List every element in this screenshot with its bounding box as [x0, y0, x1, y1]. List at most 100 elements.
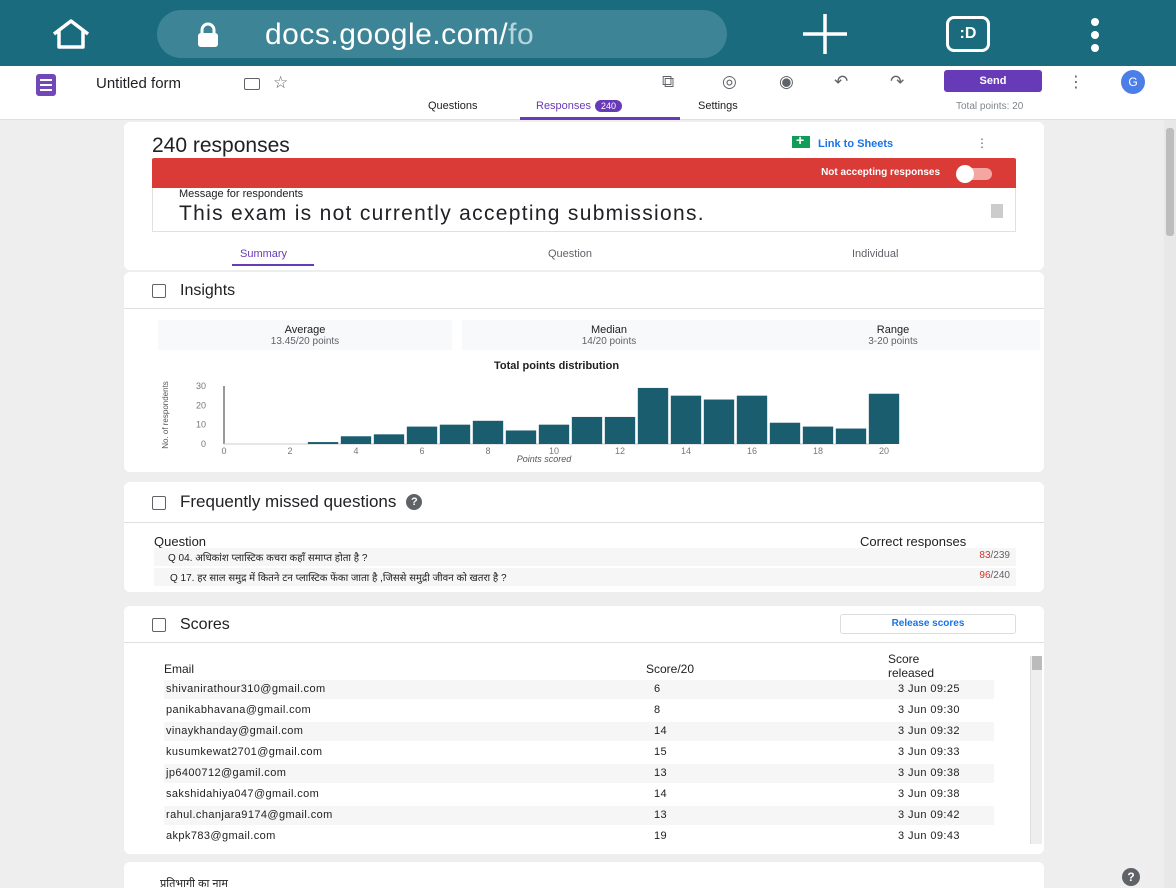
- alert-icon: [152, 496, 166, 510]
- divider: [124, 522, 1044, 523]
- table-row[interactable]: akpk783@gmail.com 19 3 Jun 09:43: [164, 827, 994, 846]
- subtab-indicator: [232, 264, 314, 266]
- tab-questions[interactable]: Questions: [428, 100, 478, 112]
- responses-title: 240 responses: [152, 134, 290, 157]
- released-cell: 3 Jun 09:25: [898, 683, 960, 695]
- home-icon[interactable]: [50, 18, 92, 50]
- accepting-responses-bar: Not accepting responses: [152, 158, 1016, 188]
- send-button[interactable]: Send: [944, 70, 1042, 92]
- col-email[interactable]: Email: [164, 662, 194, 676]
- table-row[interactable]: sakshidahiya047@gmail.com 14 3 Jun 09:38: [164, 785, 994, 804]
- page-scrollbar[interactable]: [1164, 120, 1176, 888]
- missed-row[interactable]: Q 17. हर साल समुद्र में कितने टन प्लास्ट…: [154, 568, 1016, 586]
- folder-icon[interactable]: [244, 78, 260, 90]
- stat-median: Median 14/20 points: [462, 320, 756, 350]
- form-title[interactable]: Untitled form: [96, 75, 181, 92]
- redo-icon[interactable]: ↷: [890, 72, 904, 92]
- address-bar[interactable]: docs.google.com/fo: [157, 10, 727, 58]
- chart-title: Total points distribution: [494, 360, 620, 372]
- score-cell: 14: [654, 725, 668, 737]
- missed-row[interactable]: Q 04. अधिकांश प्लास्टिक कचरा कहाँ समाप्त…: [154, 548, 1016, 566]
- chart-bar: [736, 395, 768, 444]
- help-icon[interactable]: ?: [406, 494, 423, 510]
- question-label: प्रतिभागी का नाम: [160, 878, 228, 888]
- released-cell: 3 Jun 09:32: [898, 725, 960, 737]
- chart-bar: [637, 387, 669, 444]
- released-cell: 3 Jun 09:33: [898, 746, 960, 758]
- more-options-icon[interactable]: ⋮: [1068, 72, 1084, 92]
- table-row[interactable]: jp6400712@gamil.com 13 3 Jun 09:38: [164, 764, 994, 783]
- insights-title: Insights: [180, 282, 236, 299]
- table-row[interactable]: shivanirathour310@gmail.com 6 3 Jun 09:25: [164, 680, 994, 699]
- col-score[interactable]: Score/20: [646, 662, 694, 676]
- subtab-individual[interactable]: Individual: [852, 248, 898, 260]
- chart-bar: [571, 416, 603, 444]
- points-distribution-chart: 0 2 4 6 8 10 12 14 16 18 200102030Points scoredNo.…: [161, 381, 900, 464]
- scroll-thumb[interactable]: [1166, 128, 1174, 236]
- star-icon[interactable]: ☆: [273, 73, 288, 93]
- release-scores-button[interactable]: Release scores: [840, 614, 1016, 634]
- insights-card: Insights Average 13.45/20 points Median …: [124, 272, 1044, 472]
- form-header: Untitled form ☆ ⧉ ◎ ◉ ↶ ↷ Send ⋮ G Quest…: [0, 66, 1176, 120]
- table-scrollbar[interactable]: [1030, 656, 1042, 844]
- chart-bar: [505, 430, 537, 444]
- chart-bar: [802, 426, 834, 444]
- addon-icon[interactable]: ⧉: [662, 72, 674, 92]
- score-cell: 6: [654, 683, 661, 695]
- browser-menu-icon[interactable]: [1090, 16, 1100, 54]
- avatar[interactable]: G: [1121, 70, 1145, 94]
- chart-bar: [868, 393, 900, 444]
- chart-bar: [835, 428, 867, 444]
- x-tick-label: 6: [419, 446, 424, 456]
- correct-count: 83/239: [979, 550, 1010, 561]
- email-cell: vinaykhanday@gmail.com: [166, 725, 304, 737]
- stat-range: Range 3-20 points: [746, 320, 1040, 350]
- divider: [124, 642, 1044, 643]
- next-question-card: प्रतिभागी का नाम: [124, 862, 1044, 888]
- accepting-toggle[interactable]: [956, 165, 992, 183]
- col-question: Question: [154, 534, 207, 549]
- missed-questions-card: Frequently missed questions? Question Co…: [124, 482, 1044, 592]
- x-tick-label: 0: [221, 446, 226, 456]
- subtab-summary[interactable]: Summary: [240, 248, 287, 260]
- message-label: Message for respondents: [179, 188, 304, 200]
- responses-more-icon[interactable]: ⋮: [976, 136, 988, 150]
- respondent-message-box[interactable]: Message for respondents This exam is not…: [152, 188, 1016, 232]
- tab-responses[interactable]: Responses 240: [536, 100, 623, 112]
- x-tick-label: 14: [681, 446, 691, 456]
- score-cell: 8: [654, 704, 661, 716]
- scores-title: Scores: [180, 616, 230, 633]
- lock-icon: [198, 22, 218, 47]
- table-row[interactable]: kusumkewat2701@gmail.com 15 3 Jun 09:33: [164, 743, 994, 762]
- new-tab-icon[interactable]: [803, 14, 847, 54]
- message-scrollbar[interactable]: [991, 204, 1003, 218]
- preview-eye-icon[interactable]: ◉: [779, 72, 794, 92]
- email-cell: kusumkewat2701@gmail.com: [166, 746, 323, 758]
- score-cell: 19: [654, 830, 668, 842]
- tab-switcher-button[interactable]: :D: [946, 16, 990, 52]
- chart-bar: [703, 399, 735, 444]
- table-row[interactable]: rahul.chanjara9174@gmail.com 13 3 Jun 09:4…: [164, 806, 994, 825]
- responses-count-badge: 240: [595, 100, 623, 112]
- x-tick-label: 12: [615, 446, 625, 456]
- score-cell: 13: [654, 767, 668, 779]
- email-cell: sakshidahiya047@gmail.com: [166, 788, 320, 800]
- message-text[interactable]: This exam is not currently accepting sub…: [179, 202, 705, 226]
- email-cell: shivanirathour310@gmail.com: [166, 683, 326, 695]
- table-row[interactable]: panikabhavana@gmail.com 8 3 Jun 09:30: [164, 701, 994, 720]
- tab-settings[interactable]: Settings: [698, 100, 738, 112]
- col-score-released[interactable]: Score released: [888, 652, 934, 680]
- undo-icon[interactable]: ↶: [834, 72, 848, 92]
- released-cell: 3 Jun 09:42: [898, 809, 960, 821]
- subtab-question[interactable]: Question: [548, 248, 592, 260]
- table-row[interactable]: vinaykhanday@gmail.com 14 3 Jun 09:32: [164, 722, 994, 741]
- email-cell: akpk783@gmail.com: [166, 830, 276, 842]
- chart-bar: [538, 424, 570, 444]
- stat-average: Average 13.45/20 points: [158, 320, 452, 350]
- accepting-label: Not accepting responses: [821, 167, 940, 178]
- released-cell: 3 Jun 09:38: [898, 788, 960, 800]
- scores-icon: [152, 618, 166, 632]
- palette-icon[interactable]: ◎: [722, 72, 737, 92]
- link-to-sheets-button[interactable]: Link to Sheets: [792, 132, 893, 150]
- help-icon[interactable]: ?: [1122, 868, 1140, 886]
